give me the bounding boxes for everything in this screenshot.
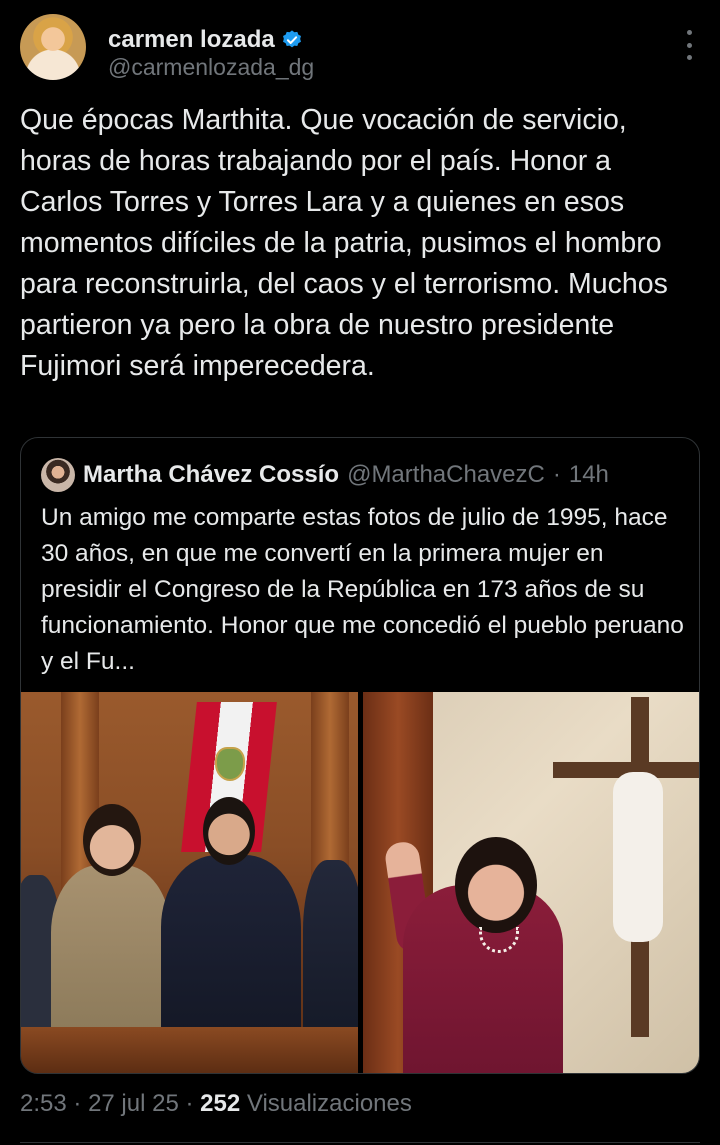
tweet-text: Que épocas Marthita. Que vocación de ser… (20, 104, 668, 382)
quoted-author-avatar (41, 458, 75, 492)
tweet-time[interactable]: 2:53 (20, 1090, 67, 1117)
congress-photo-left[interactable] (21, 692, 358, 1073)
meta-separator: · (185, 1090, 194, 1117)
quoted-tweet-text: Un amigo me comparte estas fotos de juli… (41, 504, 684, 675)
divider (20, 1142, 700, 1143)
more-vertical-icon[interactable] (684, 30, 694, 60)
quoted-tweet-card[interactable]: Martha Chávez Cossío @MarthaChavezC · 14… (20, 437, 700, 1074)
author-name-row: carmen lozada (108, 26, 303, 54)
author-display-name[interactable]: carmen lozada (108, 26, 275, 54)
meta-separator: · (73, 1090, 82, 1117)
views-count: 252 (200, 1090, 241, 1117)
author-avatar[interactable] (20, 14, 86, 80)
quoted-separator: · (552, 461, 561, 488)
views-label: Visualizaciones (246, 1090, 412, 1117)
quoted-author-name: Martha Chávez Cossío (83, 461, 340, 488)
quoted-tweet-age: 14h (568, 461, 609, 488)
quoted-author-handle: @MarthaChavezC (347, 461, 545, 488)
swearing-in-photo-right[interactable] (363, 692, 699, 1073)
quoted-tweet-header: Martha Chávez Cossío @MarthaChavezC · 14… (41, 458, 609, 492)
author-handle[interactable]: @carmenlozada_dg (108, 54, 314, 81)
tweet-header: carmen lozada @carmenlozada_dg (20, 14, 700, 84)
tweet-date[interactable]: 27 jul 25 (88, 1090, 179, 1117)
verified-badge-icon (282, 30, 301, 48)
tweet-meta: 2:53 · 27 jul 25 · 252 Visualizaciones (20, 1090, 412, 1118)
quoted-media-grid (21, 692, 699, 1073)
